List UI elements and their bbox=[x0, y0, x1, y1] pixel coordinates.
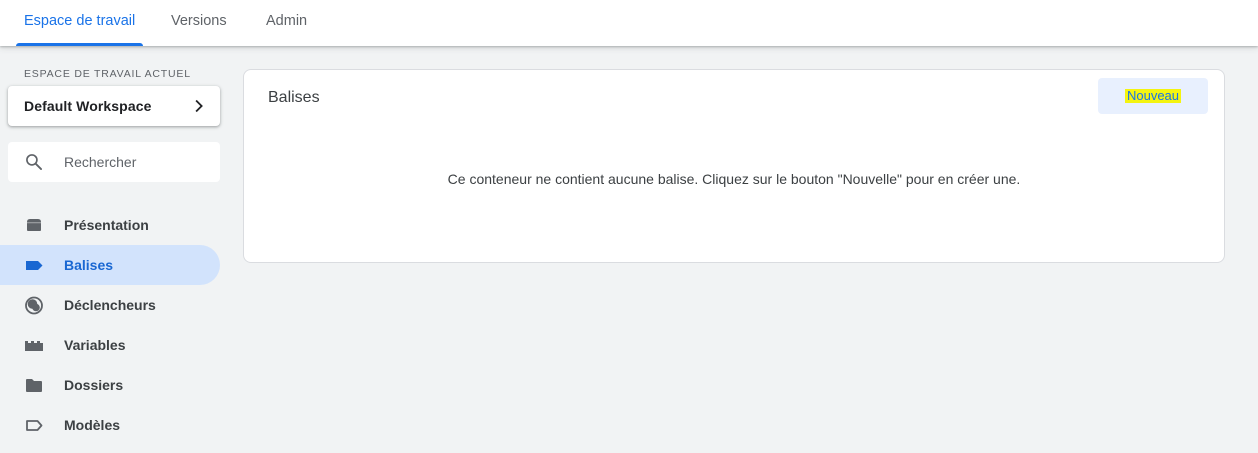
sidebar-search[interactable] bbox=[8, 142, 220, 182]
sidebar-item-label: Déclencheurs bbox=[64, 297, 156, 313]
tab-workspace[interactable]: Espace de travail bbox=[16, 0, 144, 46]
current-workspace-label: ESPACE DE TRAVAIL ACTUEL bbox=[24, 68, 191, 80]
sidebar-item-modeles[interactable]: Modèles bbox=[0, 405, 220, 445]
tab-admin[interactable]: Admin bbox=[266, 0, 307, 46]
sidebar-item-label: Modèles bbox=[64, 417, 121, 433]
sidebar-item-label: Balises bbox=[64, 257, 114, 273]
empty-state-message: Ce conteneur ne contient aucune balise. … bbox=[447, 171, 1021, 187]
active-tab-indicator bbox=[16, 43, 144, 46]
workspace-selector[interactable]: Default Workspace bbox=[8, 86, 220, 126]
tag-icon bbox=[26, 261, 43, 270]
sidebar-item-presentation[interactable]: Présentation bbox=[0, 205, 220, 245]
chevron-right-icon bbox=[195, 99, 203, 113]
tab-versions-label: Versions bbox=[171, 13, 227, 29]
sidebar-item-label: Dossiers bbox=[64, 377, 124, 393]
tab-workspace-label: Espace de travail bbox=[24, 13, 136, 29]
panel-title: Balises bbox=[268, 89, 320, 106]
search-icon bbox=[26, 154, 42, 170]
sidebar-item-declencheurs[interactable]: Déclencheurs bbox=[0, 285, 220, 325]
sidebar-item-label: Variables bbox=[64, 337, 126, 353]
sidebar-item-label: Présentation bbox=[64, 217, 149, 233]
trigger-icon bbox=[25, 296, 43, 315]
sidebar-item-variables[interactable]: Variables bbox=[0, 325, 220, 365]
template-icon bbox=[26, 420, 43, 431]
variables-icon bbox=[25, 341, 43, 351]
sidebar-item-balises[interactable]: Balises bbox=[0, 245, 220, 285]
overview-icon bbox=[27, 219, 41, 231]
top-navigation-bar: Espace de travail Versions Admin bbox=[0, 0, 1258, 46]
tab-versions[interactable]: Versions bbox=[171, 0, 227, 46]
sidebar-item-dossiers[interactable]: Dossiers bbox=[0, 365, 220, 405]
folder-icon bbox=[26, 379, 42, 392]
workspace-name: Default Workspace bbox=[24, 98, 152, 114]
search-input[interactable] bbox=[64, 150, 214, 174]
tab-admin-label: Admin bbox=[266, 13, 308, 29]
new-tag-button-label: Nouveau bbox=[1124, 88, 1182, 103]
new-tag-button[interactable]: Nouveau bbox=[1098, 78, 1208, 114]
tags-panel: Balises Nouveau Ce conteneur ne contient… bbox=[243, 69, 1225, 263]
